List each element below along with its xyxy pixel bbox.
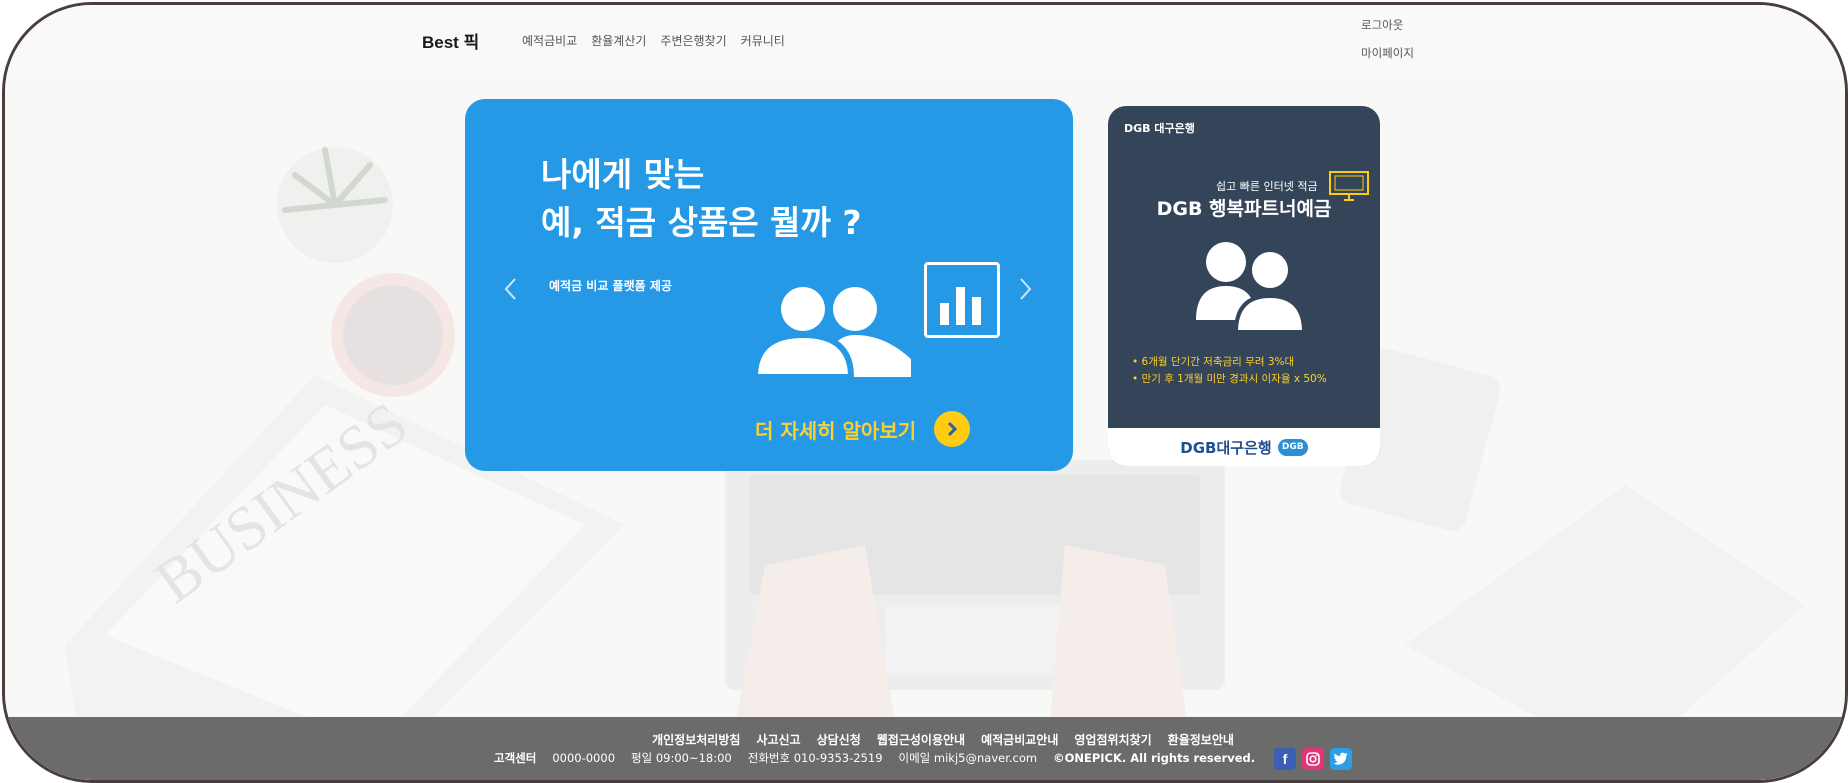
footer-link-branch-locator[interactable]: 영업점위치찾기 bbox=[1074, 731, 1151, 748]
ad-title: DGB 행복파트너예금 bbox=[1156, 198, 1332, 220]
dgb-badge-icon: DGB bbox=[1277, 438, 1308, 456]
footer-link-incident-report[interactable]: 사고신고 bbox=[756, 731, 800, 748]
copyright: ©ONEPICK. All rights reserved. bbox=[1053, 751, 1256, 765]
mypage-link[interactable]: 마이페이지 bbox=[1361, 45, 1414, 61]
hero-banner: 나에게 맞는 예, 적금 상품은 뭘까 ? 예적금 비교 플랫폼 제공 더 자세… bbox=[465, 99, 1073, 471]
hero-title: 나에게 맞는 예, 적금 상품은 뭘까 ? bbox=[541, 151, 862, 247]
nav-exchange-calculator[interactable]: 환율계산기 bbox=[591, 32, 646, 49]
footer-links: 개인정보처리방침 사고신고 상담신청 웹접근성이용안내 예적금비교안내 영업점위… bbox=[5, 731, 1845, 748]
twitter-icon[interactable] bbox=[1330, 748, 1352, 770]
footer-link-exchange-info[interactable]: 환율정보안내 bbox=[1168, 731, 1234, 748]
hero-subtitle: 예적금 비교 플랫폼 제공 bbox=[549, 279, 672, 293]
people-icon bbox=[755, 287, 911, 377]
dgb-ad-card[interactable]: DGB 대구은행 쉽고 빠른 인터넷 적금 DGB 행복파트너예금 6개월 단기… bbox=[1108, 106, 1380, 466]
account-menu: 로그아웃 마이페이지 bbox=[1361, 17, 1414, 61]
learn-more-label: 더 자세히 알아보기 bbox=[755, 418, 917, 443]
main-nav: 예적금비교 환율계산기 주변은행찾기 커뮤니티 bbox=[522, 32, 785, 49]
ad-bullet-list: 6개월 단기간 저축금리 무려 3%대 만기 후 1개월 미만 경과시 이자율 … bbox=[1132, 354, 1327, 388]
facebook-icon[interactable]: f bbox=[1274, 748, 1296, 770]
bar-chart-icon bbox=[924, 262, 1000, 338]
brand-logo[interactable]: Best 픽 bbox=[422, 28, 479, 53]
contact-email: 이메일 mikj5@naver.com bbox=[898, 751, 1038, 765]
learn-more-button[interactable]: 더 자세히 알아보기 bbox=[755, 411, 971, 447]
footer-link-consultation[interactable]: 상담신청 bbox=[817, 731, 861, 748]
nav-nearby-bank[interactable]: 주변은행찾기 bbox=[660, 32, 726, 49]
instagram-icon[interactable] bbox=[1302, 748, 1324, 770]
contact-phone: 전화번호 010-9353-2519 bbox=[747, 751, 883, 765]
footer-link-deposit-guide[interactable]: 예적금비교안내 bbox=[981, 731, 1058, 748]
ad-bank-name: DGB 대구은행 bbox=[1124, 122, 1195, 135]
nav-community[interactable]: 커뮤니티 bbox=[741, 32, 785, 49]
carousel-next-arrow[interactable] bbox=[1015, 274, 1035, 304]
chevron-left-icon bbox=[504, 278, 516, 300]
footer: 개인정보처리방침 사고신고 상담신청 웹접근성이용안내 예적금비교안내 영업점위… bbox=[5, 717, 1845, 780]
page-frame: BUSINESS Best 픽 예적금비교 환율계산기 주변은행찾기 커뮤니티 … bbox=[2, 2, 1848, 783]
chevron-right-icon bbox=[1020, 278, 1032, 300]
hero-title-line1: 나에게 맞는 bbox=[541, 155, 705, 194]
footer-link-privacy[interactable]: 개인정보처리방침 bbox=[652, 731, 740, 748]
header: Best 픽 예적금비교 환율계산기 주변은행찾기 커뮤니티 로그아웃 마이페이… bbox=[5, 5, 1845, 73]
nav-deposit-compare[interactable]: 예적금비교 bbox=[522, 32, 577, 49]
business-hours: 평일 09:00~18:00 bbox=[631, 751, 732, 765]
social-links: f bbox=[1274, 748, 1352, 770]
ad-bullet: 6개월 단기간 저축금리 무려 3%대 bbox=[1132, 354, 1327, 371]
footer-link-accessibility[interactable]: 웹접근성이용안내 bbox=[877, 731, 965, 748]
ad-footer-bank-logo: DGB대구은행 bbox=[1180, 438, 1272, 457]
customer-center-label: 고객센터 bbox=[494, 751, 537, 765]
carousel-prev-arrow[interactable] bbox=[501, 274, 521, 304]
ad-bullet: 만기 후 1개월 미만 경과시 이자율 x 50% bbox=[1132, 371, 1327, 388]
customer-center-phone: 0000-0000 bbox=[552, 751, 616, 765]
ad-footer: DGB대구은행 DGB bbox=[1108, 428, 1380, 466]
ad-tagline: 쉽고 빠른 인터넷 적금 bbox=[1216, 180, 1318, 193]
footer-info: 고객센터 0000-0000 평일 09:00~18:00 전화번호 010-9… bbox=[494, 750, 1255, 766]
people-icon bbox=[1196, 242, 1306, 332]
logout-link[interactable]: 로그아웃 bbox=[1361, 17, 1414, 33]
hero-title-line2: 예, 적금 상품은 뭘까 ? bbox=[541, 203, 862, 242]
arrow-right-circle-icon bbox=[934, 411, 971, 447]
